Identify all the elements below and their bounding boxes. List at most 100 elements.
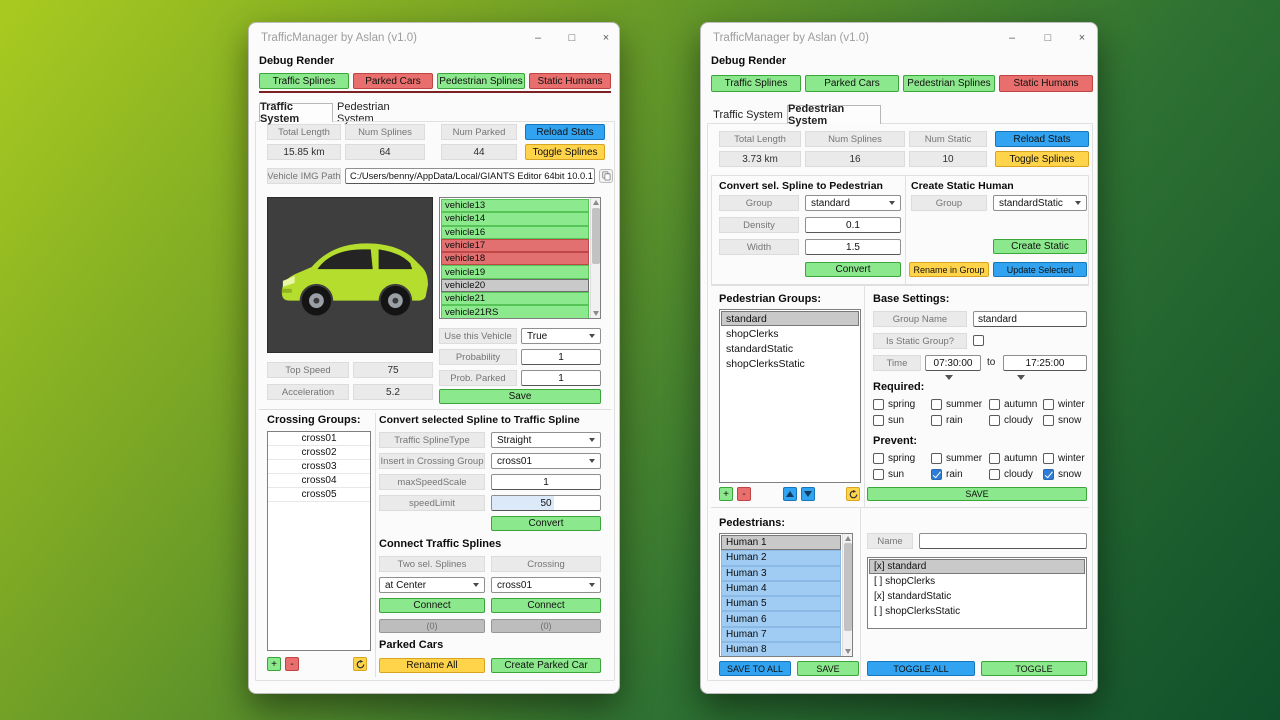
vehicle-img-path-input[interactable]: C:/Users/benny/AppData/Local/GIANTS Edit… bbox=[345, 168, 595, 184]
prevent-autumn-checkbox[interactable]: autumn bbox=[989, 452, 1037, 464]
required-spring-checkbox[interactable]: spring bbox=[873, 398, 915, 410]
tab-traffic-system[interactable]: Traffic System bbox=[711, 105, 785, 124]
debug-traffic-splines-button[interactable]: Traffic Splines bbox=[711, 75, 801, 92]
close-button[interactable]: × bbox=[1069, 27, 1095, 49]
toggle-splines-button[interactable]: Toggle Splines bbox=[525, 144, 605, 160]
speed-limit-input[interactable]: 50 bbox=[491, 495, 601, 511]
prevent-spring-checkbox[interactable]: spring bbox=[873, 452, 915, 464]
scrollbar[interactable] bbox=[590, 198, 600, 318]
list-item[interactable]: vehicle21RS bbox=[441, 305, 589, 318]
list-item-selected[interactable]: Human 1 bbox=[721, 535, 841, 550]
scroll-up-icon[interactable] bbox=[845, 536, 851, 541]
minimize-button[interactable]: – bbox=[999, 27, 1025, 49]
scrollbar[interactable] bbox=[842, 534, 852, 656]
width-input[interactable]: 1.5 bbox=[805, 239, 901, 255]
list-item[interactable]: shopClerksStatic bbox=[721, 356, 859, 371]
list-item[interactable]: cross01 bbox=[268, 432, 370, 446]
move-group-down-button[interactable] bbox=[801, 487, 815, 501]
close-button[interactable]: × bbox=[593, 27, 619, 49]
add-crossing-button[interactable]: + bbox=[267, 657, 281, 671]
remove-group-button[interactable]: - bbox=[737, 487, 751, 501]
toggle-splines-button[interactable]: Toggle Splines bbox=[995, 151, 1089, 167]
refresh-crossing-button[interactable] bbox=[353, 657, 367, 671]
move-group-up-button[interactable] bbox=[783, 487, 797, 501]
time-to-dropdown-icon[interactable] bbox=[1017, 375, 1025, 380]
scroll-down-icon[interactable] bbox=[593, 311, 599, 316]
prevent-snow-checkbox[interactable]: snow bbox=[1043, 468, 1081, 480]
maximize-button[interactable]: □ bbox=[559, 27, 585, 49]
list-item[interactable]: vehicle14 bbox=[441, 212, 589, 225]
list-item[interactable]: Human 4 bbox=[721, 581, 841, 596]
tab-pedestrian-system[interactable]: Pedestrian System bbox=[337, 103, 429, 122]
list-item[interactable]: vehicle16 bbox=[441, 226, 589, 239]
required-snow-checkbox[interactable]: snow bbox=[1043, 414, 1081, 426]
density-input[interactable]: 0.1 bbox=[805, 217, 901, 233]
connect-crossing-select[interactable]: cross01 bbox=[491, 577, 601, 593]
reload-stats-button[interactable]: Reload Stats bbox=[525, 124, 605, 140]
list-item[interactable]: vehicle21 bbox=[441, 292, 589, 305]
connect-mode-select[interactable]: at Center bbox=[379, 577, 485, 593]
pedestrian-group-select[interactable]: standard bbox=[805, 195, 901, 211]
list-item[interactable]: [ ] shopClerksStatic bbox=[869, 604, 1085, 619]
save-vehicle-button[interactable]: Save bbox=[439, 389, 601, 404]
prevent-sun-checkbox[interactable]: sun bbox=[873, 468, 904, 480]
list-item[interactable]: Human 5 bbox=[721, 596, 841, 611]
use-vehicle-select[interactable]: True bbox=[521, 328, 601, 344]
prevent-summer-checkbox[interactable]: summer bbox=[931, 452, 982, 464]
scroll-down-icon[interactable] bbox=[845, 649, 851, 654]
required-rain-checkbox[interactable]: rain bbox=[931, 414, 963, 426]
list-item[interactable]: cross02 bbox=[268, 446, 370, 460]
insert-crossing-group-select[interactable]: cross01 bbox=[491, 453, 601, 469]
convert-spline-button[interactable]: Convert bbox=[491, 516, 601, 531]
list-item[interactable]: Human 2 bbox=[721, 550, 841, 565]
list-item[interactable]: vehicle19 bbox=[441, 265, 589, 278]
probability-input[interactable]: 1 bbox=[521, 349, 601, 365]
list-item[interactable]: vehicle17 bbox=[441, 239, 589, 252]
scroll-up-icon[interactable] bbox=[593, 200, 599, 205]
save-to-all-button[interactable]: SAVE TO ALL bbox=[719, 661, 791, 676]
debug-pedestrian-splines-button[interactable]: Pedestrian Splines bbox=[903, 75, 995, 92]
max-speed-scale-input[interactable]: 1 bbox=[491, 474, 601, 490]
debug-parked-cars-button[interactable]: Parked Cars bbox=[353, 73, 433, 89]
debug-parked-cars-button[interactable]: Parked Cars bbox=[805, 75, 899, 92]
remove-crossing-button[interactable]: - bbox=[285, 657, 299, 671]
save-human-button[interactable]: SAVE bbox=[797, 661, 859, 676]
prevent-rain-checkbox[interactable]: rain bbox=[931, 468, 963, 480]
browse-path-button[interactable] bbox=[599, 169, 613, 183]
time-from-dropdown-icon[interactable] bbox=[945, 375, 953, 380]
list-item[interactable]: cross05 bbox=[268, 488, 370, 502]
time-to-input[interactable]: 17:25:00 bbox=[1003, 355, 1087, 371]
human-name-input[interactable] bbox=[919, 533, 1087, 549]
required-summer-checkbox[interactable]: summer bbox=[931, 398, 982, 410]
create-static-button[interactable]: Create Static bbox=[993, 239, 1087, 254]
group-name-input[interactable]: standard bbox=[973, 311, 1087, 327]
scrollbar-thumb[interactable] bbox=[592, 208, 600, 264]
debug-static-humans-button[interactable]: Static Humans bbox=[999, 75, 1093, 92]
list-item-selected[interactable]: vehicle20 bbox=[441, 279, 589, 292]
scrollbar-thumb[interactable] bbox=[844, 543, 852, 631]
maximize-button[interactable]: □ bbox=[1035, 27, 1061, 49]
static-group-select[interactable]: standardStatic bbox=[993, 195, 1087, 211]
debug-pedestrian-splines-button[interactable]: Pedestrian Splines bbox=[437, 73, 525, 89]
list-item-selected[interactable]: standard bbox=[721, 311, 859, 326]
prevent-winter-checkbox[interactable]: winter bbox=[1043, 452, 1085, 464]
required-autumn-checkbox[interactable]: autumn bbox=[989, 398, 1037, 410]
rename-all-button[interactable]: Rename All bbox=[379, 658, 485, 673]
is-static-group-checkbox[interactable] bbox=[973, 335, 984, 346]
required-sun-checkbox[interactable]: sun bbox=[873, 414, 904, 426]
add-group-button[interactable]: + bbox=[719, 487, 733, 501]
debug-static-humans-button[interactable]: Static Humans bbox=[529, 73, 611, 89]
create-parked-car-button[interactable]: Create Parked Car bbox=[491, 658, 601, 673]
list-item[interactable]: vehicle18 bbox=[441, 252, 589, 265]
connect-splines-button[interactable]: Connect bbox=[379, 598, 485, 613]
tab-pedestrian-system[interactable]: Pedestrian System bbox=[787, 105, 881, 124]
refresh-groups-button[interactable] bbox=[846, 487, 860, 501]
update-selected-button[interactable]: Update Selected bbox=[993, 262, 1087, 277]
list-item[interactable]: shopClerks bbox=[721, 326, 859, 341]
list-item[interactable]: vehicle13 bbox=[441, 199, 589, 212]
list-item[interactable]: Human 6 bbox=[721, 611, 841, 626]
list-item[interactable]: [ ] shopClerks bbox=[869, 574, 1085, 589]
connect-crossing-button[interactable]: Connect bbox=[491, 598, 601, 613]
required-winter-checkbox[interactable]: winter bbox=[1043, 398, 1085, 410]
list-item[interactable]: [x] standardStatic bbox=[869, 589, 1085, 604]
